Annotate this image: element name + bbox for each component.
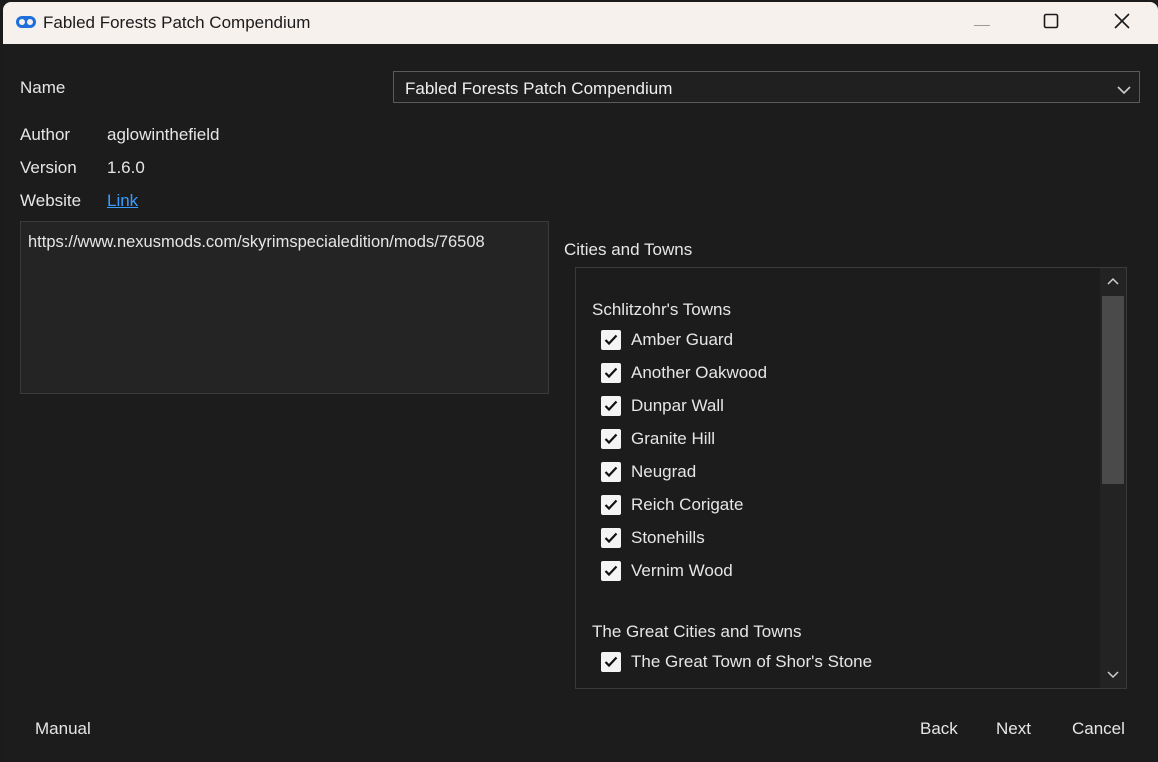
options-group-title: Cities and Towns <box>564 240 693 259</box>
title-bar[interactable]: Fabled Forests Patch Compendium <box>3 2 1158 44</box>
manual-button[interactable]: Manual <box>35 719 91 739</box>
close-icon <box>1114 12 1130 34</box>
option-item[interactable]: Vernim Wood <box>601 560 733 582</box>
minimize-button[interactable] <box>951 2 1013 44</box>
checkbox-checked[interactable] <box>601 495 621 515</box>
description-text: https://www.nexusmods.com/skyrimspeciale… <box>28 233 485 251</box>
option-item[interactable]: Reich Corigate <box>601 494 743 516</box>
description-box[interactable]: https://www.nexusmods.com/skyrimspeciale… <box>20 221 549 394</box>
maximize-icon <box>1043 13 1059 34</box>
next-button[interactable]: Next <box>996 719 1031 739</box>
option-item[interactable]: Another Oakwood <box>601 362 767 384</box>
checkbox-checked[interactable] <box>601 561 621 581</box>
version-label: Version <box>20 158 77 177</box>
option-item[interactable]: Granite Hill <box>601 428 715 450</box>
scroll-up-button[interactable] <box>1100 268 1126 294</box>
option-label: The Great Town of Shor's Stone <box>631 652 873 671</box>
website-link[interactable]: Link <box>107 191 138 211</box>
option-label: Vernim Wood <box>631 561 733 580</box>
section-title: Schlitzohr's Towns <box>592 300 731 319</box>
option-label: Granite Hill <box>631 429 716 448</box>
option-label: Neugrad <box>631 462 697 481</box>
checkbox-checked[interactable] <box>601 363 621 383</box>
checkbox-checked[interactable] <box>601 652 621 672</box>
chevron-up-icon <box>1107 272 1119 290</box>
section-title: The Great Cities and Towns <box>592 622 802 641</box>
author-label: Author <box>20 125 71 144</box>
cancel-button[interactable]: Cancel <box>1072 719 1125 739</box>
option-item[interactable]: Dunpar Wall <box>601 395 724 417</box>
option-label: Stonehills <box>631 528 705 547</box>
author-value: aglowinthefield <box>107 125 220 144</box>
option-label: Amber Guard <box>631 330 734 349</box>
maximize-button[interactable] <box>1020 2 1082 44</box>
options-scrollbar[interactable] <box>1100 268 1126 688</box>
option-label: Reich Corigate <box>631 495 744 514</box>
name-dropdown-value: Fabled Forests Patch Compendium <box>405 79 673 98</box>
chevron-down-icon <box>1107 666 1119 684</box>
name-label: Name <box>20 78 66 97</box>
app-icon <box>15 14 37 30</box>
option-item[interactable]: Stonehills <box>601 527 705 549</box>
website-label: Website <box>20 191 82 210</box>
close-button[interactable] <box>1091 2 1153 44</box>
checkbox-checked[interactable] <box>601 462 621 482</box>
window-title: Fabled Forests Patch Compendium <box>43 13 311 32</box>
installer-window: Fabled Forests Patch Compendium Name Fab… <box>3 2 1158 762</box>
scrollbar-thumb[interactable] <box>1102 296 1124 484</box>
checkbox-checked[interactable] <box>601 429 621 449</box>
option-item[interactable]: Neugrad <box>601 461 696 483</box>
checkbox-checked[interactable] <box>601 330 621 350</box>
option-item[interactable]: The Great Town of Shor's Stone <box>601 651 872 673</box>
version-value: 1.6.0 <box>107 158 145 177</box>
checkbox-checked[interactable] <box>601 528 621 548</box>
chevron-down-icon <box>1117 82 1131 100</box>
option-label: Dunpar Wall <box>631 396 724 415</box>
name-dropdown[interactable]: Fabled Forests Patch Compendium <box>393 71 1140 103</box>
minimize-icon <box>974 14 990 32</box>
checkbox-checked[interactable] <box>601 396 621 416</box>
option-item[interactable]: Amber Guard <box>601 329 733 351</box>
options-panel[interactable]: Schlitzohr's Towns Amber Guard Another O… <box>575 267 1127 689</box>
back-button[interactable]: Back <box>920 719 958 739</box>
scroll-down-button[interactable] <box>1100 662 1126 688</box>
option-label: Another Oakwood <box>631 363 768 382</box>
